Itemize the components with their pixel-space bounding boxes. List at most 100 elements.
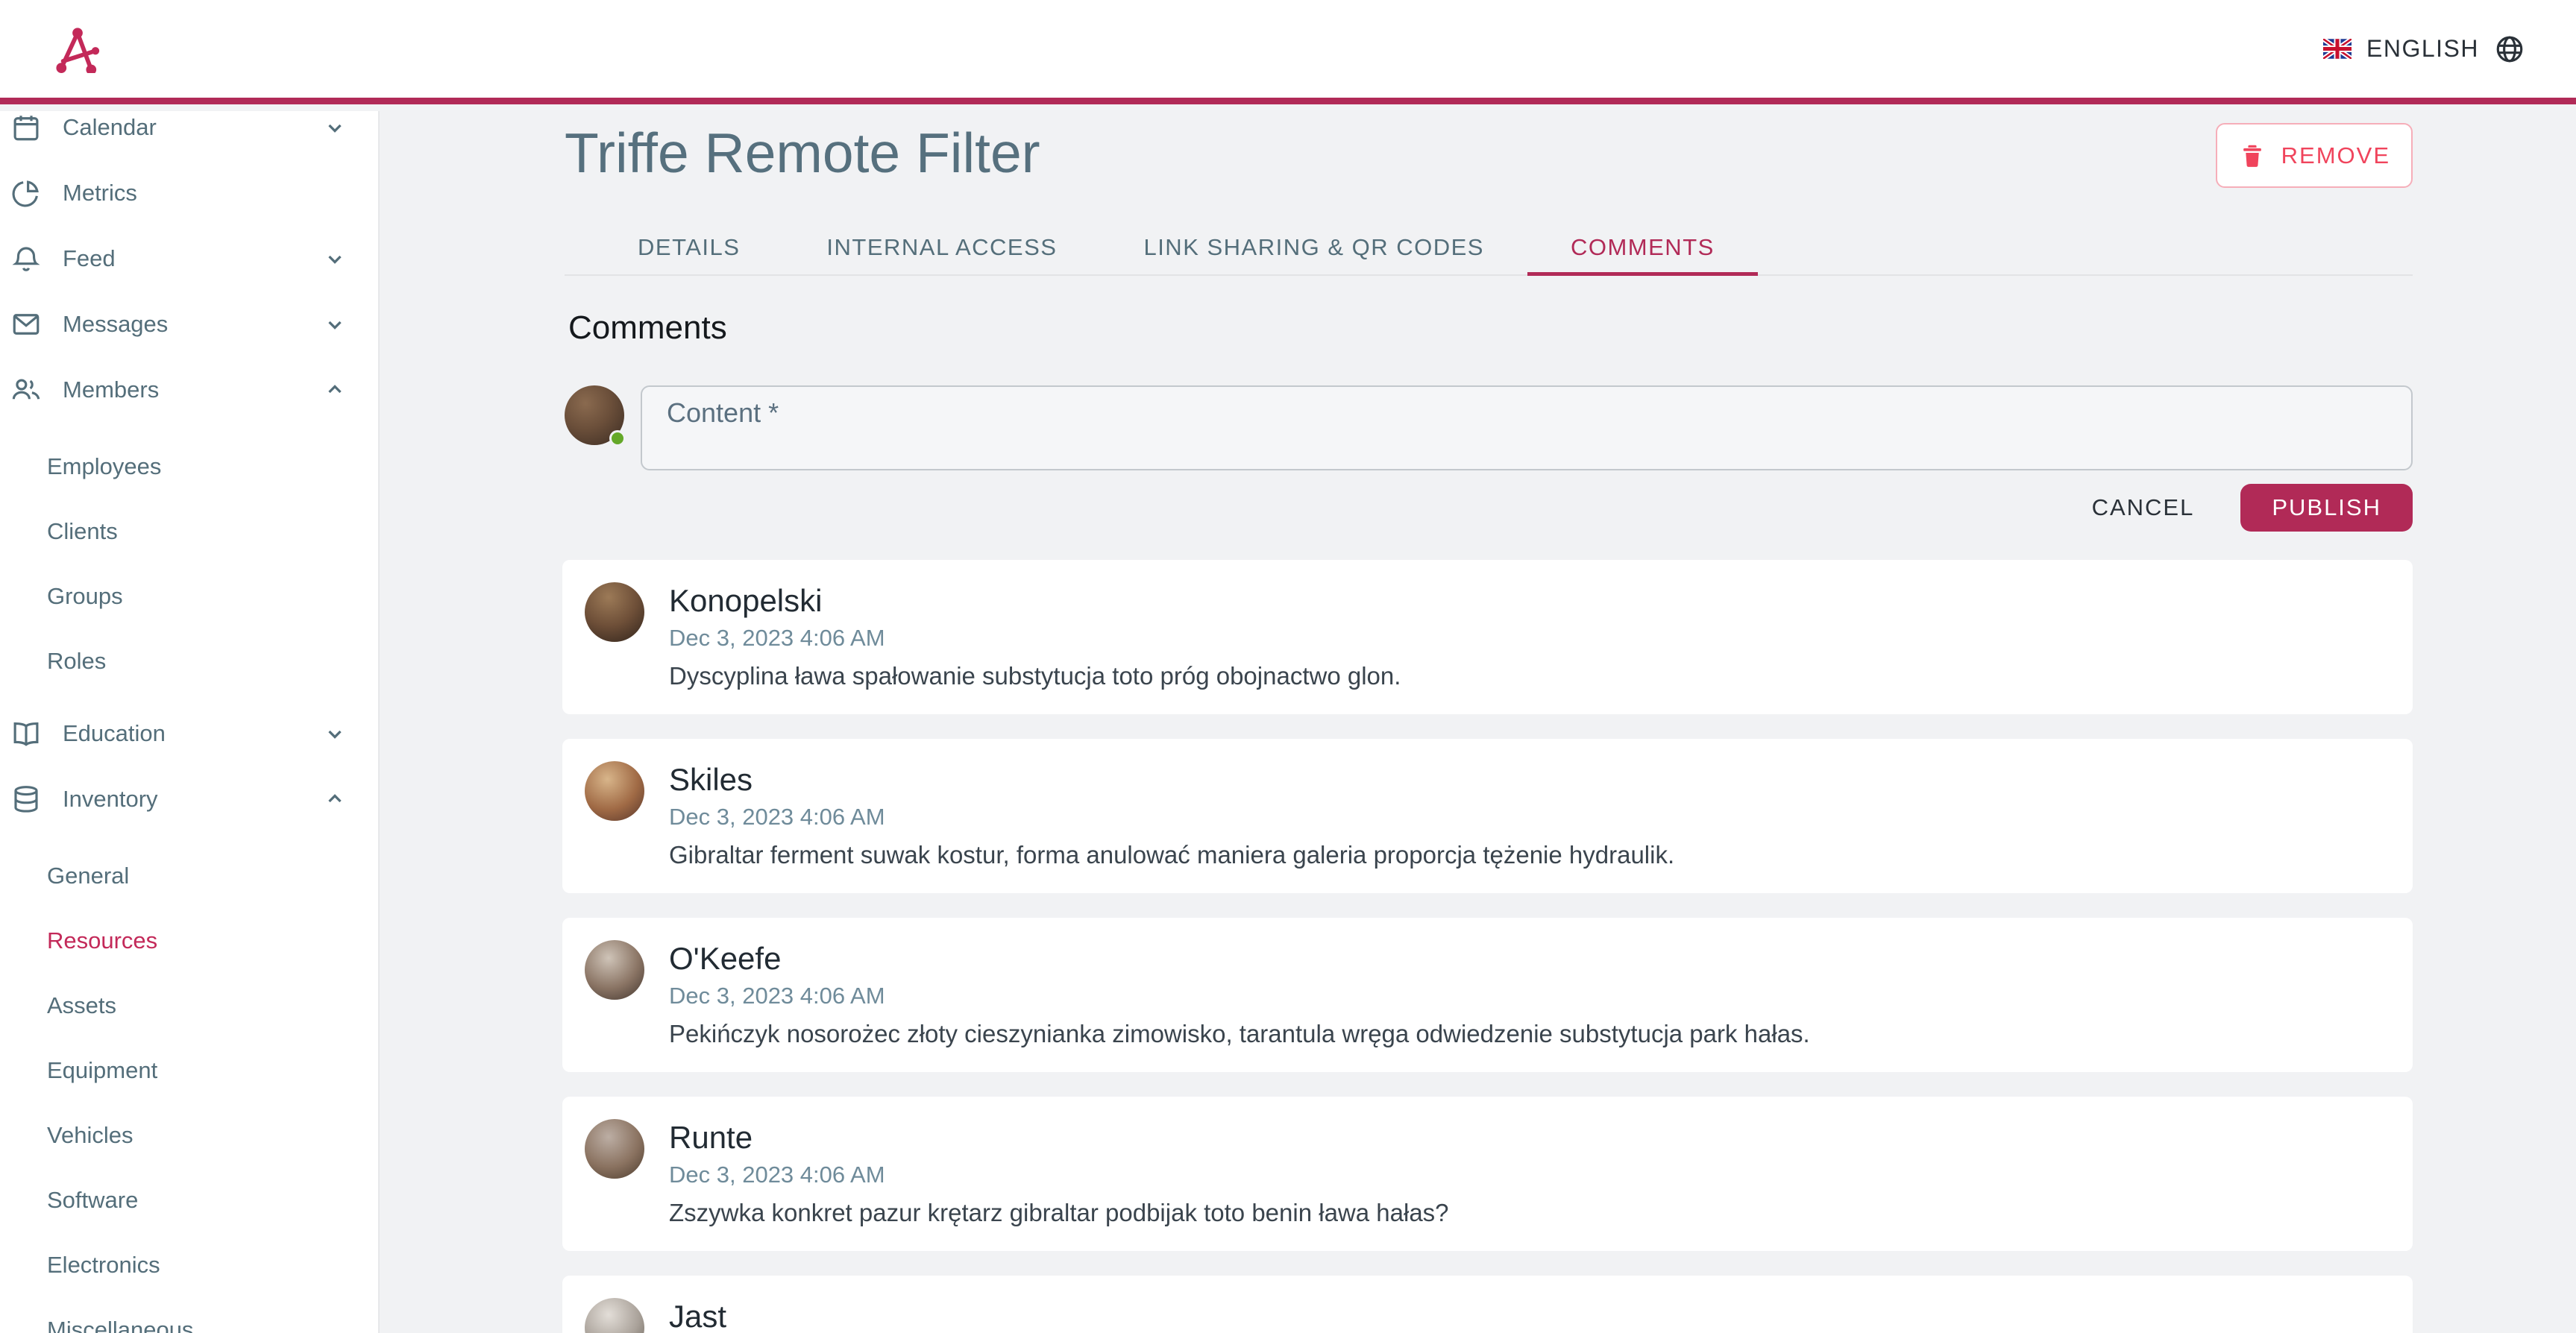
comment-content-input[interactable] <box>641 385 2413 470</box>
sidebar-item-label: Equipment <box>47 1057 157 1084</box>
comment-author: Konopelski <box>669 582 1401 620</box>
pie-chart-icon <box>10 177 42 209</box>
comment-card: Skiles Dec 3, 2023 4:06 AM Gibraltar fer… <box>562 739 2413 893</box>
sidebar-item-label: Messages <box>63 311 321 338</box>
avatar <box>585 582 644 642</box>
sidebar-item-label: Metrics <box>63 180 348 207</box>
sidebar-item-label: Clients <box>47 518 118 545</box>
comments-section: Comments CANCEL PUBLISH Konopelski Dec 3… <box>565 309 2413 1333</box>
avatar <box>585 761 644 821</box>
chevron-down-icon <box>321 311 348 338</box>
sidebar-item-label: Miscellaneous <box>47 1317 193 1333</box>
comment-composer <box>565 385 2413 470</box>
sidebar: Calendar Metrics Feed <box>0 111 380 1333</box>
remove-button-label: REMOVE <box>2281 142 2390 169</box>
sidebar-item-label: Roles <box>47 648 106 675</box>
sidebar-item-roles[interactable]: Roles <box>0 628 378 693</box>
tab-link-sharing-qr-codes[interactable]: LINK SHARING & QR CODES <box>1100 220 1527 274</box>
sidebar-item-members[interactable]: Members <box>0 357 378 423</box>
comment-timestamp: Dec 3, 2023 4:06 AM <box>669 1162 1449 1188</box>
avatar <box>585 1119 644 1179</box>
tab-details[interactable]: DETAILS <box>594 220 783 274</box>
sidebar-item-equipment[interactable]: Equipment <box>0 1038 378 1103</box>
sidebar-item-general[interactable]: General <box>0 843 378 908</box>
chevron-down-icon <box>321 720 348 747</box>
publish-button[interactable]: PUBLISH <box>2240 484 2413 532</box>
sidebar-item-label: Assets <box>47 992 116 1019</box>
language-switcher[interactable]: ENGLISH <box>2323 34 2525 65</box>
sidebar-item-miscellaneous[interactable]: Miscellaneous <box>0 1297 378 1333</box>
sidebar-item-assets[interactable]: Assets <box>0 973 378 1038</box>
comment-card: Runte Dec 3, 2023 4:06 AM Zszywka konkre… <box>562 1097 2413 1251</box>
sidebar-inventory-sublist: General Resources Assets Equipment Vehic… <box>0 832 378 1333</box>
comment-list: Konopelski Dec 3, 2023 4:06 AM Dyscyplin… <box>565 560 2413 1333</box>
sidebar-item-label: Inventory <box>63 786 321 813</box>
sidebar-item-label: Groups <box>47 583 123 610</box>
comment-timestamp: Dec 3, 2023 4:06 AM <box>669 804 1674 831</box>
sidebar-item-electronics[interactable]: Electronics <box>0 1232 378 1297</box>
main-content: Triffe Remote Filter REMOVE DETAILS INTE… <box>381 111 2576 1333</box>
people-icon <box>10 374 42 406</box>
sidebar-item-feed[interactable]: Feed <box>0 226 378 292</box>
comment-card: Jast Dec 3, 2023 4:06 AM Żakiet element … <box>562 1276 2413 1333</box>
sidebar-item-label: Vehicles <box>47 1122 133 1149</box>
app-header: ENGLISH <box>0 0 2576 104</box>
chevron-up-icon <box>321 376 348 403</box>
avatar <box>585 940 644 1000</box>
sidebar-item-groups[interactable]: Groups <box>0 564 378 628</box>
sidebar-item-label: Calendar <box>63 114 321 141</box>
sidebar-item-label: Education <box>63 720 321 747</box>
brand-logo-a[interactable] <box>54 25 101 73</box>
comment-text: Dyscyplina ława spałowanie substytucja t… <box>669 661 1401 692</box>
comment-timestamp: Dec 3, 2023 4:06 AM <box>669 625 1401 652</box>
tab-bar: DETAILS INTERNAL ACCESS LINK SHARING & Q… <box>565 220 2413 276</box>
database-icon <box>10 784 42 815</box>
chevron-down-icon <box>321 114 348 141</box>
tab-comments[interactable]: COMMENTS <box>1527 220 1758 274</box>
cancel-button[interactable]: CANCEL <box>2076 484 2211 532</box>
uk-flag-icon <box>2323 39 2352 59</box>
remove-button[interactable]: REMOVE <box>2216 123 2413 188</box>
comment-card: O'Keefe Dec 3, 2023 4:06 AM Pekińczyk no… <box>562 918 2413 1072</box>
sidebar-item-label: Electronics <box>47 1252 160 1279</box>
comment-text: Pekińczyk nosorożec złoty cieszynianka z… <box>669 1018 1810 1050</box>
sidebar-item-inventory[interactable]: Inventory <box>0 766 378 832</box>
online-status-dot <box>609 430 626 447</box>
comment-author: Runte <box>669 1119 1449 1156</box>
sidebar-item-education[interactable]: Education <box>0 701 378 766</box>
comment-author: O'Keefe <box>669 940 1810 977</box>
sidebar-item-label: Employees <box>47 453 161 480</box>
comment-author: Jast <box>669 1298 1397 1333</box>
sidebar-members-sublist: Employees Clients Groups Roles <box>0 423 378 701</box>
book-icon <box>10 718 42 749</box>
sidebar-item-label: Software <box>47 1187 138 1214</box>
sidebar-item-messages[interactable]: Messages <box>0 292 378 357</box>
language-label: ENGLISH <box>2366 35 2479 63</box>
calendar-icon <box>10 112 42 143</box>
chevron-up-icon <box>321 786 348 813</box>
sidebar-item-label: Resources <box>47 927 157 954</box>
sidebar-nav: Calendar Metrics Feed <box>0 111 378 1333</box>
globe-icon <box>2494 34 2525 65</box>
sidebar-item-resources[interactable]: Resources <box>0 908 378 973</box>
sidebar-item-calendar[interactable]: Calendar <box>0 111 378 160</box>
sidebar-item-metrics[interactable]: Metrics <box>0 160 378 226</box>
sidebar-item-label: Feed <box>63 245 321 272</box>
avatar <box>585 1298 644 1333</box>
sidebar-item-clients[interactable]: Clients <box>0 499 378 564</box>
page-title: Triffe Remote Filter <box>565 123 1040 183</box>
sidebar-item-vehicles[interactable]: Vehicles <box>0 1103 378 1167</box>
sidebar-item-software[interactable]: Software <box>0 1167 378 1232</box>
envelope-icon <box>10 309 42 340</box>
comment-author: Skiles <box>669 761 1674 798</box>
trash-icon <box>2238 142 2266 170</box>
tab-internal-access[interactable]: INTERNAL ACCESS <box>783 220 1100 274</box>
chevron-down-icon <box>321 245 348 272</box>
sidebar-item-label: Members <box>63 376 321 403</box>
comments-heading: Comments <box>568 309 2413 347</box>
comment-text: Zszywka konkret pazur krętarz gibraltar … <box>669 1197 1449 1229</box>
sidebar-item-employees[interactable]: Employees <box>0 434 378 499</box>
comment-card: Konopelski Dec 3, 2023 4:06 AM Dyscyplin… <box>562 560 2413 714</box>
comment-timestamp: Dec 3, 2023 4:06 AM <box>669 983 1810 1009</box>
current-user-avatar <box>565 385 624 445</box>
